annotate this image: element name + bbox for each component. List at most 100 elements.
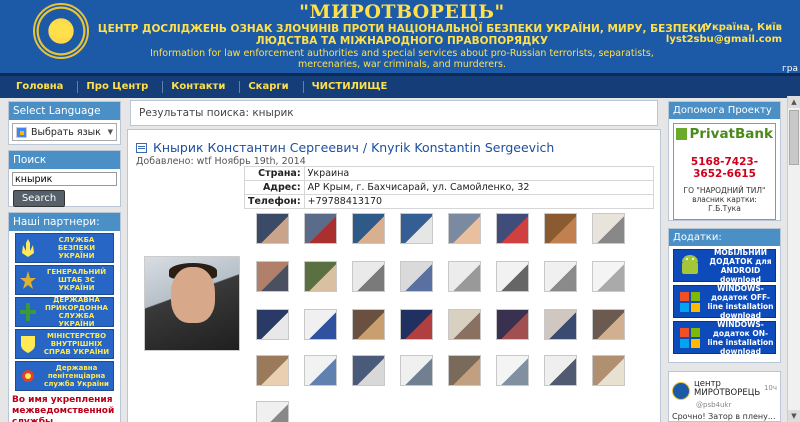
gallery-thumbnail[interactable] bbox=[592, 213, 625, 244]
gallery-thumbnail[interactable] bbox=[304, 355, 337, 386]
gallery-thumbnail[interactable] bbox=[352, 261, 385, 292]
gallery-thumbnail[interactable] bbox=[496, 213, 529, 244]
field-value: +79788413170 bbox=[303, 194, 655, 209]
gallery-thumbnail[interactable] bbox=[544, 213, 577, 244]
gallery-thumbnail[interactable] bbox=[304, 261, 337, 292]
gallery-thumbnail[interactable] bbox=[496, 261, 529, 292]
search-box: Поиск Search bbox=[8, 150, 121, 207]
partner-label: МІНІСТЕРСТВО ВНУТРІШНІХ СПРАВ УКРАЇНИ bbox=[43, 332, 110, 356]
shield-icon bbox=[21, 336, 35, 353]
gallery-thumbnail[interactable] bbox=[304, 213, 337, 244]
entry-title-row[interactable]: Кнырик Константин Сергеевич / Knyrik Kon… bbox=[136, 140, 554, 155]
android-icon bbox=[682, 254, 698, 274]
partner-border-service[interactable]: ДЕРЖАВНА ПРИКОРДОННА СЛУЖБА УКРАЇНИ bbox=[15, 296, 114, 328]
site-logo[interactable] bbox=[33, 3, 89, 59]
nav-item-home[interactable]: Головна bbox=[8, 81, 79, 93]
twitter-time: 10ч bbox=[763, 384, 777, 392]
site-description: Information for law enforcement authorit… bbox=[150, 48, 654, 70]
gallery-thumbnail[interactable] bbox=[592, 355, 625, 386]
gallery-thumbnail[interactable] bbox=[256, 401, 289, 422]
gallery-thumbnail[interactable] bbox=[544, 261, 577, 292]
gallery-thumbnail[interactable] bbox=[448, 213, 481, 244]
gallery-thumbnail[interactable] bbox=[400, 309, 433, 340]
partner-label: СЛУЖБА БЕЗПЕКИ УКРАЇНИ bbox=[57, 236, 96, 260]
table-row: Телефон: +79788413170 bbox=[244, 194, 655, 209]
gallery-thumbnail[interactable] bbox=[256, 355, 289, 386]
gallery-thumbnail[interactable] bbox=[352, 355, 385, 386]
google-translate-icon bbox=[16, 126, 27, 138]
gallery-thumbnail[interactable] bbox=[352, 309, 385, 340]
gallery-thumbnail[interactable] bbox=[448, 261, 481, 292]
partner-sbu[interactable]: СЛУЖБА БЕЗПЕКИ УКРАЇНИ bbox=[15, 233, 114, 263]
star-emblem-icon bbox=[20, 271, 36, 289]
gallery-thumbnail[interactable] bbox=[448, 309, 481, 340]
scrollbar-thumb[interactable] bbox=[789, 110, 799, 165]
gallery-thumbnail[interactable] bbox=[400, 261, 433, 292]
entry-title[interactable]: Кнырик Константин Сергеевич / Knyrik Kon… bbox=[153, 140, 554, 155]
field-value: АР Крым, г. Бахчисарай, ул. Самойленко, … bbox=[303, 180, 655, 195]
contact-block: Україна, Київ lyst2sbu@gmail.com bbox=[666, 22, 782, 46]
windows-offline-download-button[interactable]: WINDOWS-додаток OFF-line installation do… bbox=[673, 283, 776, 320]
search-input[interactable] bbox=[12, 172, 117, 186]
gallery-thumbnail[interactable] bbox=[496, 309, 529, 340]
site-subtitle: ЦЕНТР ДОСЛІДЖЕНЬ ОЗНАК ЗЛОЧИНІВ ПРОТИ НА… bbox=[97, 23, 707, 47]
gallery-thumbnail[interactable] bbox=[592, 261, 625, 292]
download-label: WINDOWS-додаток OFF-line installation do… bbox=[707, 283, 774, 320]
gallery-thumbnail[interactable] bbox=[544, 309, 577, 340]
partner-penitentiary[interactable]: Державна пенітенціарна служба України bbox=[15, 361, 114, 391]
document-icon bbox=[136, 142, 147, 153]
portrait-photo[interactable] bbox=[144, 256, 240, 351]
download-label: МОБІЛЬНИЙ ДОДАТОК для ANDROID download bbox=[709, 247, 772, 284]
location-text: Україна, Київ bbox=[704, 22, 782, 33]
gallery-thumbnail[interactable] bbox=[352, 213, 385, 244]
site-title-block: "МИРОТВОРЕЦЬ" ЦЕНТР ДОСЛІДЖЕНЬ ОЗНАК ЗЛО… bbox=[92, 3, 712, 71]
nav-item-purgatory[interactable]: ЧИСТИЛИЩЕ bbox=[304, 81, 402, 93]
partner-general-staff[interactable]: ГЕНЕРАЛЬНИЙ ШТАБ ЗС УКРАЇНИ bbox=[15, 265, 114, 295]
gallery-thumbnail[interactable] bbox=[400, 213, 433, 244]
privatbank-logo: PrivatBank bbox=[676, 126, 773, 142]
scroll-down-arrow-icon[interactable]: ▼ bbox=[788, 410, 800, 422]
search-box-title: Поиск bbox=[9, 151, 120, 169]
gallery-thumbnail[interactable] bbox=[256, 309, 289, 340]
card-holder: ГО "НАРОДНИЙ ТИЛ" власник картки: Г.Б.Ту… bbox=[683, 186, 766, 213]
android-download-button[interactable]: МОБІЛЬНИЙ ДОДАТОК для ANDROID download bbox=[673, 247, 776, 284]
gallery-thumbnail[interactable] bbox=[400, 355, 433, 386]
gallery-thumbnail[interactable] bbox=[256, 213, 289, 244]
gallery-thumbnail[interactable] bbox=[592, 309, 625, 340]
gallery-thumbnail[interactable] bbox=[496, 355, 529, 386]
windows-icon bbox=[680, 327, 700, 348]
page-scrollbar[interactable]: ▲ ▼ bbox=[787, 96, 800, 422]
scroll-up-arrow-icon[interactable]: ▲ bbox=[788, 96, 800, 108]
language-select-value: Выбрать язык bbox=[31, 126, 101, 138]
email-link[interactable]: lyst2sbu@gmail.com bbox=[666, 34, 782, 46]
partners-box: Наші партнери: СЛУЖБА БЕЗПЕКИ УКРАЇНИ ГЕ… bbox=[8, 212, 121, 422]
nav-item-complaints[interactable]: Скарги bbox=[240, 81, 304, 93]
entry-card: Кнырик Константин Сергеевич / Knyrik Kon… bbox=[127, 129, 661, 422]
gallery-thumbnail[interactable] bbox=[448, 355, 481, 386]
search-button[interactable]: Search bbox=[13, 190, 65, 207]
partners-note: Во имя укрепления межведомственной служб… bbox=[12, 395, 115, 422]
table-row: Страна: Украина bbox=[244, 166, 655, 181]
gallery-thumbnail[interactable] bbox=[544, 355, 577, 386]
nav-item-contacts[interactable]: Контакти bbox=[163, 81, 241, 93]
gallery-thumbnail[interactable] bbox=[304, 309, 337, 340]
partners-box-title: Наші партнери: bbox=[9, 213, 120, 231]
card-number: 5168-7423-3652-6615 bbox=[690, 156, 759, 180]
main-nav: Головна Про Центр Контакти Скарги ЧИСТИЛ… bbox=[0, 73, 800, 98]
nav-item-about[interactable]: Про Центр bbox=[78, 81, 164, 93]
site-header: "МИРОТВОРЕЦЬ" ЦЕНТР ДОСЛІДЖЕНЬ ОЗНАК ЗЛО… bbox=[0, 0, 800, 74]
gallery-thumbnail[interactable] bbox=[256, 261, 289, 292]
field-value: Украина bbox=[303, 166, 655, 181]
entry-info-table: Страна: Украина Адрес: АР Крым, г. Бахчи… bbox=[244, 166, 655, 209]
partner-interior-ministry[interactable]: МІНІСТЕРСТВО ВНУТРІШНІХ СПРАВ УКРАЇНИ bbox=[15, 329, 114, 359]
twitter-avatar[interactable] bbox=[672, 382, 690, 400]
privatbank-banner[interactable]: PrivatBank 5168-7423-3652-6615 ГО "НАРОД… bbox=[673, 123, 776, 220]
twitter-widget: центр МИРОТВОРЕЦЬ @psb4ukr 10ч Срочно! З… bbox=[668, 371, 781, 422]
donate-box: Допомога Проекту PrivatBank 5168-7423-36… bbox=[668, 101, 781, 221]
windows-online-download-button[interactable]: WINDOWS-додаток ON-line installation dow… bbox=[673, 320, 776, 356]
twitter-handle[interactable]: @psb4ukr bbox=[696, 401, 731, 409]
field-key: Страна: bbox=[244, 166, 305, 181]
partner-label: ГЕНЕРАЛЬНИЙ ШТАБ ЗС УКРАЇНИ bbox=[46, 268, 107, 292]
language-select[interactable]: Выбрать язык ▼ bbox=[12, 123, 117, 141]
trident-icon bbox=[22, 239, 34, 257]
